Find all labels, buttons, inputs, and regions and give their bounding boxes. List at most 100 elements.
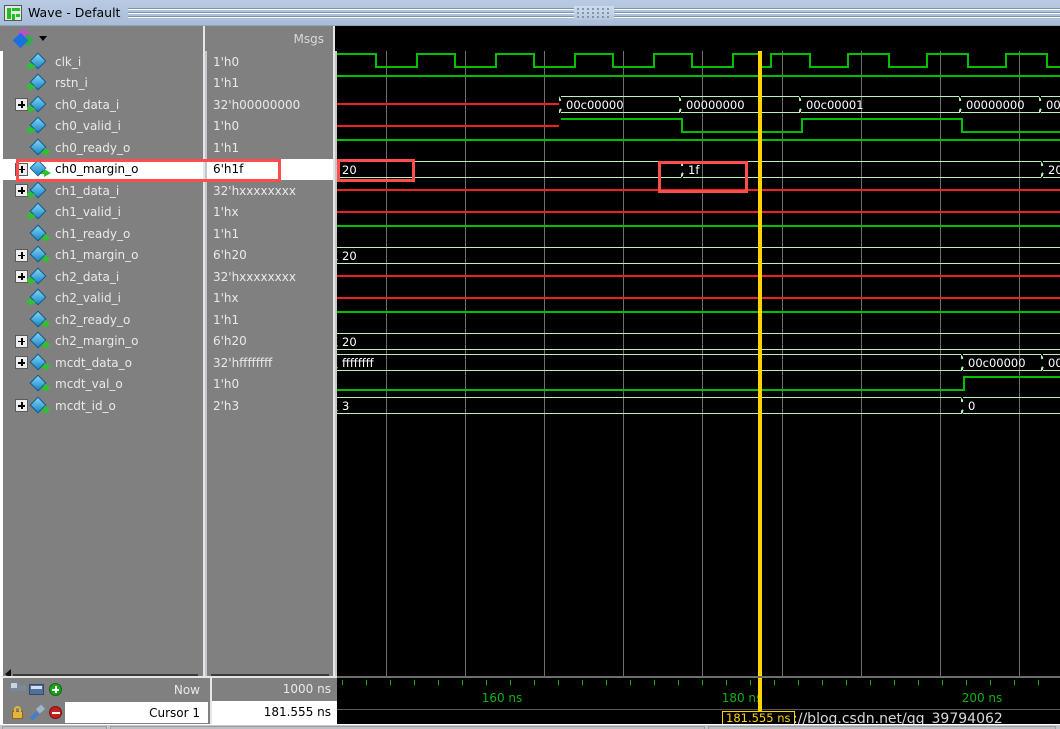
ruler-tick — [390, 680, 391, 685]
signal-row-ch1_data_i[interactable]: ch1_data_i — [3, 180, 203, 202]
input-signal-icon — [27, 116, 51, 135]
output-signal-icon — [29, 245, 51, 264]
signal-row-rstn_i[interactable]: rstn_i — [3, 73, 203, 95]
signal-row-ch2_valid_i[interactable]: ch2_valid_i — [3, 288, 203, 310]
wrench-icon[interactable] — [29, 704, 46, 721]
signal-value-ch2_data_i: 32'hxxxxxxxx — [213, 269, 296, 284]
chevron-down-icon[interactable] — [39, 36, 47, 41]
ruler-tick — [462, 680, 463, 685]
signal-row-ch1_margin_o[interactable]: ch1_margin_o — [3, 245, 203, 267]
ruler-tick — [918, 680, 919, 685]
signal-row-mcdt_id_o[interactable]: mcdt_id_o — [3, 395, 203, 417]
output-signal-icon — [29, 138, 51, 156]
lock-icon[interactable] — [10, 705, 26, 720]
cursor-value[interactable]: 181.555 ns — [210, 701, 340, 724]
signal-row-clk_i[interactable]: clk_i — [3, 51, 203, 73]
signal-row-ch0_data_i[interactable]: ch0_data_i — [3, 94, 203, 116]
bus-value-label: 20 — [1048, 162, 1060, 177]
signal-edge — [495, 53, 497, 68]
signal-value-ch2_ready_o: 1'h1 — [213, 312, 240, 327]
signal-level-segment — [416, 53, 454, 55]
signal-level-segment — [681, 130, 801, 133]
signal-row-ch1_ready_o[interactable]: ch1_ready_o — [3, 223, 203, 245]
bus-transition — [959, 96, 963, 113]
add-cursor-icon[interactable] — [48, 682, 64, 697]
ruler-tick — [606, 680, 607, 685]
signal-level-segment — [691, 66, 732, 68]
signal-row-ch2_margin_o[interactable]: ch2_margin_o — [3, 331, 203, 353]
bus-transition — [1041, 354, 1045, 371]
signal-level-segment — [375, 66, 416, 68]
signal-row-ch0_valid_i[interactable]: ch0_valid_i — [3, 116, 203, 138]
bus-segment-ch1-margin-20: 20 — [337, 246, 1060, 264]
signal-level-segment — [454, 66, 495, 68]
signal-level-segment — [337, 311, 1060, 313]
signal-value-mcdt_data_o: 32'hffffffff — [213, 355, 273, 370]
bus-value-label: 20 — [342, 248, 357, 263]
ruler-tick — [534, 680, 535, 685]
bus-value-label: 00c00000 — [968, 356, 1026, 370]
status-panel: Now 1000 ns Cursor 1 181.555 ns — [0, 676, 340, 724]
bus-value-label: 00000000 — [966, 98, 1025, 112]
expand-toggle-mcdt_id_o[interactable] — [15, 399, 28, 413]
wave-row-mcdt_data_o: ffffffff 00c00000 00c — [337, 352, 1060, 374]
signal-row-ch0_ready_o[interactable]: ch0_ready_o — [3, 137, 203, 159]
input-signal-icon — [27, 73, 51, 92]
bus-transition — [337, 354, 339, 371]
signal-row-mcdt_val_o[interactable]: mcdt_val_o — [3, 374, 203, 396]
signal-level-segment — [337, 103, 559, 105]
signal-name-label: ch2_valid_i — [55, 291, 121, 306]
signal-row-mcdt_data_o[interactable]: mcdt_data_o — [3, 352, 203, 374]
bus-value-label: 20 — [342, 334, 357, 349]
signal-level-segment — [337, 296, 1060, 299]
signal-level-segment — [967, 66, 1005, 68]
signal-edge — [801, 117, 803, 133]
window-titlebar: Wave - Default — [0, 0, 1060, 26]
msgs-column-header[interactable]: Msgs — [205, 26, 335, 51]
bus-segment-ch2-margin-20: 20 — [337, 332, 1060, 350]
signal-name-label: mcdt_id_o — [55, 398, 116, 413]
bus-value-label: 00c00000 — [566, 98, 624, 112]
signal-row-ch2_data_i[interactable]: ch2_data_i — [3, 266, 203, 288]
signal-name-label: ch0_valid_i — [55, 119, 121, 134]
ruler-tick — [798, 680, 799, 685]
signal-level-segment — [337, 124, 559, 127]
signal-name-label: ch1_margin_o — [55, 248, 139, 263]
signal-value-panel[interactable]: 1'h0 1'h1 32'h00000000 1'h0 1'h1 6'h1f 32'hxxx… — [207, 51, 335, 676]
ruler-tick — [894, 680, 895, 685]
expand-toggle-ch2_margin_o[interactable] — [15, 334, 28, 348]
cursor-row[interactable]: Cursor 1 181.555 ns — [3, 701, 340, 724]
waveform-canvas[interactable]: 00c000000000000000c000010000000000c201f2… — [337, 51, 1060, 676]
ruler-label-180: 180 ns — [721, 691, 763, 705]
signal-level-segment — [1005, 53, 1046, 55]
wave-row-ch1_margin_o: 20 — [337, 245, 1060, 267]
signal-row-ch1_valid_i[interactable]: ch1_valid_i — [3, 202, 203, 224]
window-pane-icon[interactable] — [29, 682, 45, 697]
signal-value-ch0_data_i: 32'h00000000 — [213, 97, 301, 112]
expand-toggle-ch1_margin_o[interactable] — [15, 248, 28, 262]
signal-edge — [1005, 53, 1007, 68]
cursor-1-line[interactable] — [758, 51, 762, 676]
signal-row-ch2_ready_o[interactable]: ch2_ready_o — [3, 309, 203, 331]
titlebar-grip[interactable] — [574, 5, 615, 20]
signal-name-panel[interactable]: clk_i rstn_i ch0_data_i ch0_valid_i ch0_read… — [0, 51, 205, 679]
signal-value-ch2_margin_o: 6'h20 — [213, 334, 247, 349]
time-ruler[interactable]: 160 ns 180 ns 200 ns 181.555 ns https://… — [337, 676, 1060, 724]
expand-toggle-mcdt_data_o[interactable] — [15, 356, 28, 370]
signal-name-label: ch2_margin_o — [55, 334, 139, 349]
wave-row-rstn_i — [337, 73, 1060, 95]
output-signal-icon — [29, 310, 51, 328]
signal-level-segment — [809, 66, 847, 68]
name-column-header[interactable] — [0, 26, 205, 51]
signal-level-segment — [337, 53, 375, 55]
bus-segment-mcdt-data-1: 00c — [1043, 354, 1060, 371]
absolute-time-icon[interactable] — [10, 682, 26, 697]
wave-row-ch1_ready_o — [337, 223, 1060, 245]
column-header-bar: Msgs — [0, 26, 1060, 51]
signal-edge — [770, 53, 772, 68]
bus-transition — [799, 96, 803, 113]
signal-name-label: ch0_data_i — [55, 97, 120, 112]
ruler-cursor-line — [758, 678, 762, 711]
signal-value-ch1_data_i: 32'hxxxxxxxx — [213, 183, 296, 198]
delete-cursor-icon[interactable] — [48, 705, 64, 720]
